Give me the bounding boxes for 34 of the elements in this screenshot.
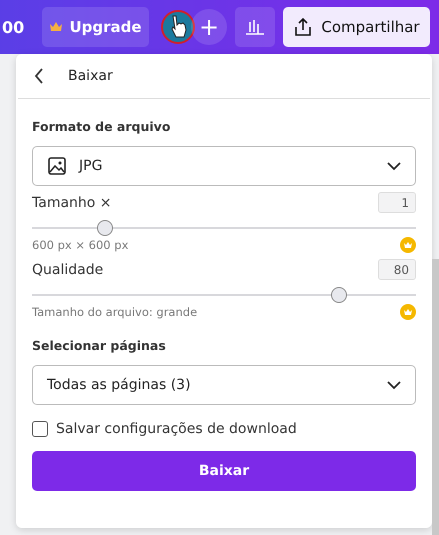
chevron-down-icon — [387, 162, 401, 170]
upload-icon — [293, 17, 314, 37]
back-icon — [34, 68, 44, 84]
slider-thumb[interactable] — [331, 287, 348, 303]
crown-icon — [49, 21, 64, 33]
upgrade-button[interactable]: Upgrade — [42, 7, 149, 47]
quality-label: Qualidade — [32, 262, 104, 278]
size-caption: 600 px × 600 px — [32, 238, 128, 252]
insights-button[interactable] — [235, 7, 275, 47]
crown-icon — [400, 304, 416, 320]
download-button[interactable]: Baixar — [32, 451, 416, 491]
back-button[interactable] — [34, 68, 44, 84]
pointer-hand-icon — [161, 10, 195, 44]
image-icon — [47, 156, 67, 176]
format-dropdown[interactable]: JPG — [32, 146, 416, 186]
panel-title: Baixar — [68, 68, 113, 84]
crown-icon — [400, 237, 416, 253]
quality-value-field[interactable]: 80 — [378, 259, 416, 280]
avatar[interactable] — [161, 10, 195, 44]
chevron-down-icon — [387, 380, 401, 390]
counter-text: 00 — [2, 18, 26, 36]
share-button[interactable]: Compartilhar — [283, 7, 430, 47]
save-settings-label: Salvar configurações de download — [56, 421, 297, 437]
add-button[interactable]: + — [191, 9, 227, 45]
scrollbar[interactable] — [432, 259, 439, 535]
format-label: Formato de arquivo — [32, 119, 172, 134]
bar-chart-icon — [244, 18, 266, 36]
pages-label: Selecionar páginas — [32, 338, 167, 353]
size-label: Tamanho × — [32, 194, 112, 210]
slider-thumb[interactable] — [96, 220, 113, 236]
pages-dropdown[interactable]: Todas as páginas (3) — [32, 365, 416, 405]
checkbox[interactable] — [32, 421, 48, 437]
quality-caption: Tamanho do arquivo: grande — [32, 305, 198, 319]
size-value-field[interactable]: 1 — [378, 192, 416, 213]
